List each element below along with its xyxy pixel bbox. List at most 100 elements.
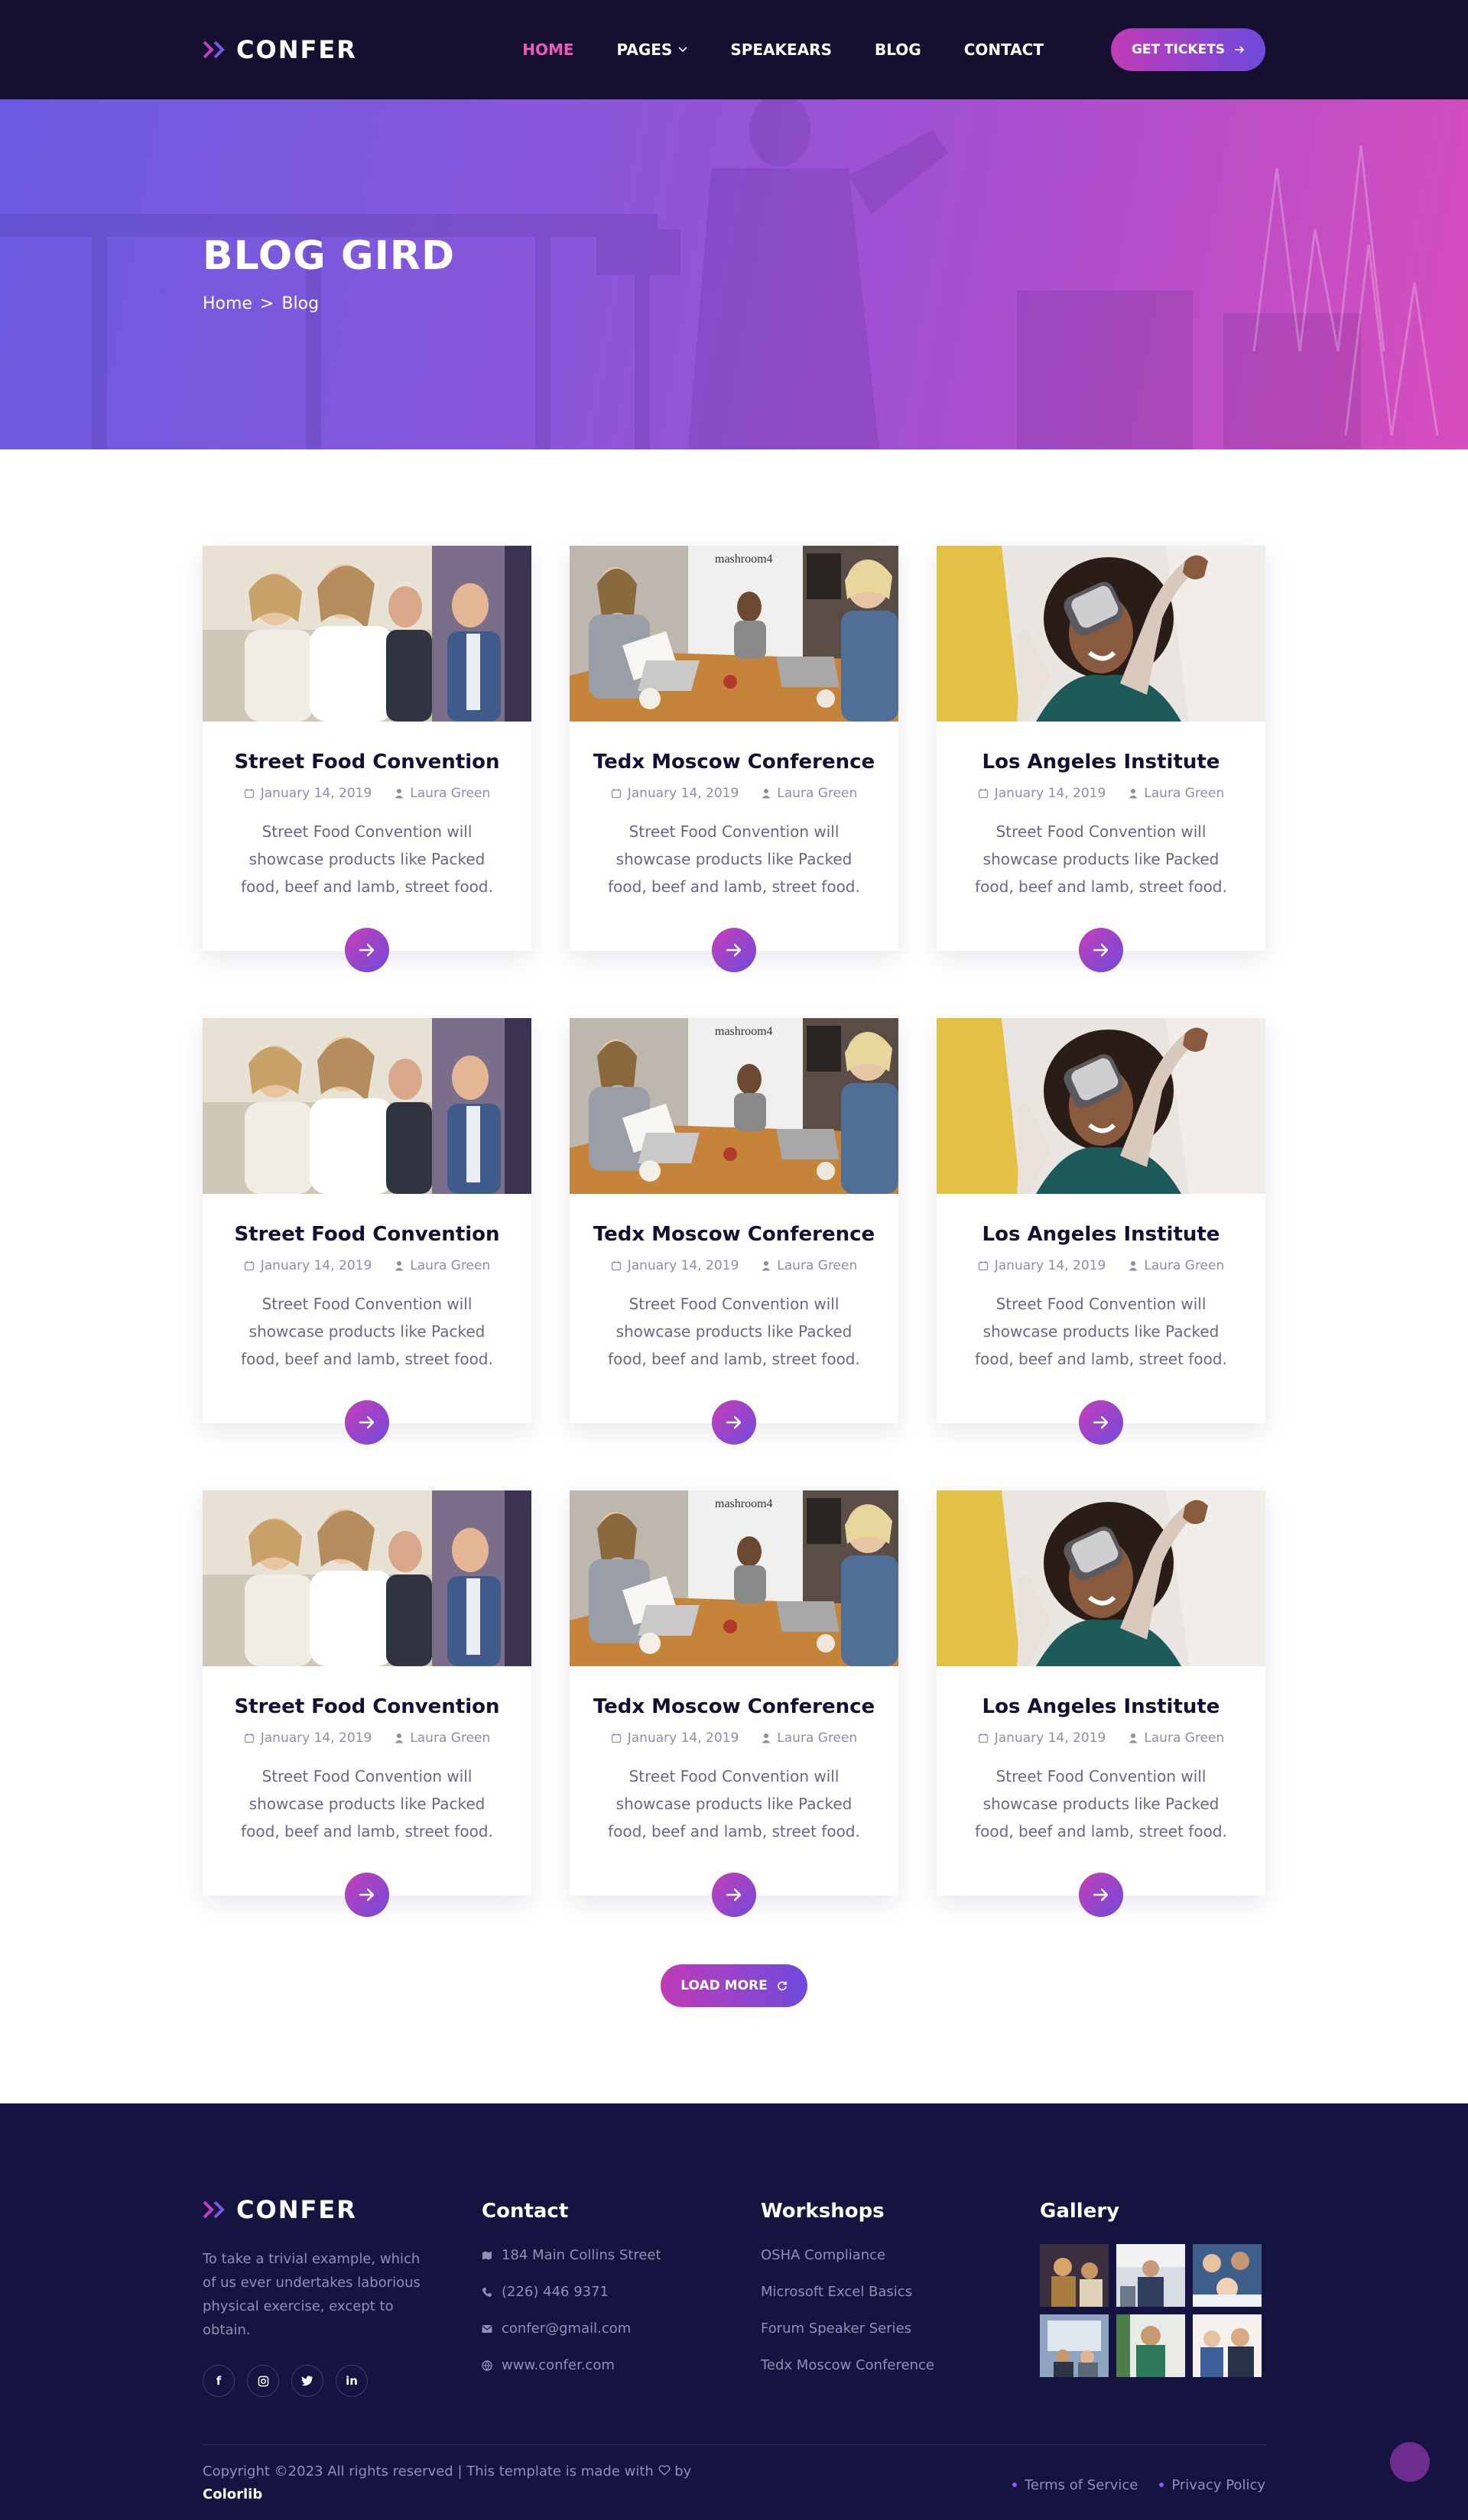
read-more-button[interactable] [1079, 928, 1123, 972]
blog-card-title[interactable]: Tedx Moscow Conference [570, 751, 898, 774]
read-more-button[interactable] [1079, 1873, 1123, 1917]
top-navigation-bar: CONFER HOME PAGES SPEAKEARS BLOG CONTACT… [0, 0, 1468, 99]
blog-card-excerpt: Street Food Convention will showcase pro… [975, 1295, 1227, 1368]
post-date: January 14, 2019 [611, 786, 739, 801]
blog-card-excerpt: Street Food Convention will showcase pro… [241, 1295, 493, 1368]
colorlib-link[interactable]: Colorlib [203, 2486, 262, 2502]
blog-card-meta: January 14, 2019 Laura Green [570, 1258, 898, 1273]
nav-blog[interactable]: BLOG [875, 41, 921, 59]
workshop-link[interactable]: Tedx Moscow Conference [761, 2357, 1040, 2373]
get-tickets-button[interactable]: GET TICKETS [1111, 28, 1265, 71]
calendar-icon [244, 789, 254, 799]
footer-contact-column: Contact 184 Main Collins Street (226) 44… [482, 2195, 761, 2397]
breadcrumb-current: Blog [281, 294, 320, 313]
heart-icon [658, 2465, 670, 2476]
read-more-button[interactable] [345, 928, 389, 972]
blog-card-image[interactable] [570, 1018, 898, 1194]
footer-gallery-column: Gallery [1040, 2195, 1262, 2397]
calendar-icon [611, 789, 621, 799]
blog-card-meta: January 14, 2019 Laura Green [937, 786, 1265, 801]
privacy-link[interactable]: Privacy Policy [1159, 2463, 1265, 2506]
workshop-link[interactable]: Microsoft Excel Basics [761, 2284, 1040, 2300]
post-date: January 14, 2019 [244, 1258, 372, 1273]
footer-brand-logo[interactable]: CONFER [203, 2195, 482, 2224]
blog-card-image[interactable] [937, 1018, 1265, 1194]
terms-link[interactable]: Terms of Service [1012, 2463, 1138, 2506]
load-more-button[interactable]: LOAD MORE [661, 1964, 807, 2007]
post-date: January 14, 2019 [978, 1730, 1106, 1746]
workshop-link[interactable]: OSHA Compliance [761, 2247, 1040, 2263]
read-more-button[interactable] [345, 1873, 389, 1917]
blog-card-image[interactable] [203, 1018, 531, 1194]
linkedin-icon[interactable]: in [336, 2365, 368, 2397]
calendar-icon [244, 1261, 254, 1271]
post-author: Laura Green [1129, 1258, 1224, 1273]
blog-card-title[interactable]: Los Angeles Institute [937, 1695, 1265, 1718]
back-to-top-button[interactable] [1390, 2442, 1430, 2482]
phone-icon [482, 2287, 492, 2297]
gallery-heading: Gallery [1040, 2200, 1120, 2223]
user-icon [1129, 1734, 1138, 1743]
mail-icon [482, 2324, 492, 2333]
arrow-right-icon [1235, 46, 1245, 54]
read-more-button[interactable] [712, 1873, 756, 1917]
blog-card-title[interactable]: Tedx Moscow Conference [570, 1223, 898, 1246]
blog-card-image[interactable] [203, 1490, 531, 1666]
blog-card-image[interactable] [570, 546, 898, 722]
arrow-right-icon [1093, 943, 1109, 957]
workshops-heading: Workshops [761, 2200, 885, 2223]
nav-pages[interactable]: PAGES [617, 41, 688, 59]
gallery-thumbnail[interactable] [1193, 2314, 1262, 2377]
nav-contact[interactable]: CONTACT [964, 41, 1044, 59]
blog-card-image[interactable] [570, 1490, 898, 1666]
blog-card-grid: Street Food Convention January 14, 2019 La… [203, 546, 1265, 1917]
contact-phone[interactable]: (226) 446 9371 [482, 2284, 761, 2300]
calendar-icon [611, 1261, 621, 1271]
logo-chevrons-icon [203, 41, 229, 59]
breadcrumb-home-link[interactable]: Home [203, 294, 252, 313]
blog-card-title[interactable]: Los Angeles Institute [937, 751, 1265, 774]
footer-about-text: To take a trivial example, which of us e… [203, 2251, 421, 2338]
blog-card-title[interactable]: Street Food Convention [203, 1223, 531, 1246]
contact-email[interactable]: confer@gmail.com [482, 2321, 761, 2337]
breadcrumb: Home > Blog [203, 294, 1265, 313]
blog-card-image[interactable] [937, 546, 1265, 722]
facebook-icon[interactable]: f [203, 2365, 235, 2397]
arrow-right-icon [359, 1888, 375, 1902]
blog-card-excerpt: Street Food Convention will showcase pro… [241, 1767, 493, 1841]
blog-card-excerpt: Street Food Convention will showcase pro… [975, 1767, 1227, 1841]
blog-card-title[interactable]: Tedx Moscow Conference [570, 1695, 898, 1718]
gallery-thumbnail[interactable] [1040, 2314, 1109, 2377]
blog-card-image[interactable] [203, 546, 531, 722]
user-icon [762, 1261, 771, 1271]
user-icon [395, 1734, 404, 1743]
read-more-button[interactable] [712, 1400, 756, 1445]
brand-logo[interactable]: CONFER [203, 35, 357, 64]
post-author: Laura Green [1129, 1730, 1224, 1746]
blog-card-title[interactable]: Street Food Convention [203, 1695, 531, 1718]
gallery-grid [1040, 2244, 1262, 2377]
gallery-thumbnail[interactable] [1193, 2244, 1262, 2307]
user-icon [395, 789, 404, 799]
read-more-button[interactable] [345, 1400, 389, 1445]
gallery-thumbnail[interactable] [1040, 2244, 1109, 2307]
calendar-icon [611, 1734, 621, 1743]
copyright-text: Copyright ©2023 All rights reserved | Th… [203, 2463, 692, 2502]
blog-card-title[interactable]: Los Angeles Institute [937, 1223, 1265, 1246]
blog-card-title[interactable]: Street Food Convention [203, 751, 531, 774]
blog-card-meta: January 14, 2019 Laura Green [203, 1258, 531, 1273]
contact-website[interactable]: www.confer.com [482, 2357, 761, 2373]
twitter-icon[interactable] [291, 2365, 323, 2397]
nav-home[interactable]: HOME [522, 41, 573, 59]
gallery-thumbnail[interactable] [1116, 2314, 1185, 2377]
instagram-icon[interactable] [247, 2365, 279, 2397]
chevron-down-icon [678, 47, 687, 53]
blog-card-image[interactable] [937, 1490, 1265, 1666]
blog-card-meta: January 14, 2019 Laura Green [203, 1730, 531, 1746]
nav-speakers[interactable]: SPEAKEARS [730, 41, 832, 59]
arrow-right-icon [726, 1888, 742, 1902]
read-more-button[interactable] [712, 928, 756, 972]
read-more-button[interactable] [1079, 1400, 1123, 1445]
gallery-thumbnail[interactable] [1116, 2244, 1185, 2307]
workshop-link[interactable]: Forum Speaker Series [761, 2321, 1040, 2337]
